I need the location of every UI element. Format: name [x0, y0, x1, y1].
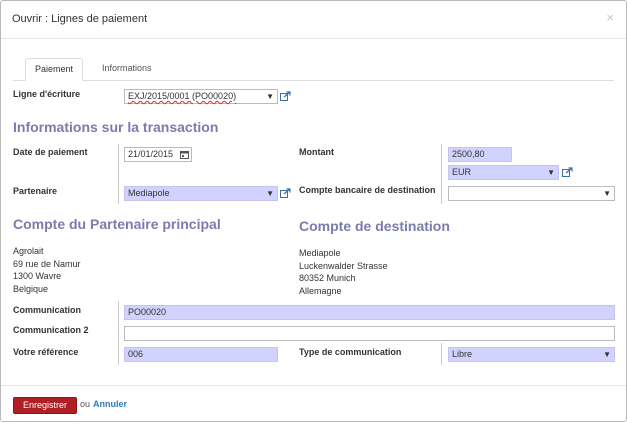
partner-account-title: Compte du Partenaire principal — [13, 216, 221, 232]
reference-value: 006 — [128, 349, 144, 359]
external-link-icon[interactable] — [562, 167, 573, 177]
tab-bar: Paiement Informations — [13, 58, 614, 81]
calendar-icon[interactable] — [180, 150, 189, 159]
address-line: Allemagne — [299, 285, 342, 296]
dialog-title: Ouvrir : Lignes de paiement — [12, 13, 148, 25]
chevron-down-icon: ▼ — [266, 189, 274, 198]
reference-input[interactable]: 006 — [124, 347, 278, 362]
chevron-down-icon: ▼ — [547, 168, 555, 177]
compte-select[interactable]: ▼ — [448, 186, 615, 201]
partenaire-value: Mediapole — [128, 188, 170, 198]
cancel-link[interactable]: Annuler — [93, 399, 127, 409]
divider — [118, 144, 119, 204]
address-line: 69 rue de Namur — [13, 258, 81, 269]
currency-value: EUR — [452, 167, 472, 177]
montant-label: Montant — [299, 147, 334, 157]
comm-type-value: Libre — [452, 349, 473, 359]
date-label: Date de paiement — [13, 147, 88, 157]
address-line: Mediapole — [299, 248, 341, 258]
montant-input[interactable]: 2500,80 — [448, 147, 512, 162]
reference-label: Votre référence — [13, 347, 79, 357]
partenaire-select[interactable]: Mediapole ▼ — [124, 186, 278, 201]
address-line: 80352 Munich — [299, 273, 356, 283]
comm-type-select[interactable]: Libre ▼ — [448, 347, 615, 362]
address-line: Belgique — [13, 283, 49, 294]
communication-input[interactable]: PO00020 — [124, 305, 615, 320]
dest-account-title: Compte de destination — [299, 218, 450, 234]
divider — [441, 144, 442, 204]
dest-address: Mediapole Luckenwalder Strasse 80352 Mun… — [299, 247, 388, 297]
communication-label: Communication — [13, 305, 82, 315]
transaction-section-title: Informations sur la transaction — [13, 119, 219, 135]
montant-value: 2500,80 — [452, 149, 485, 159]
ligne-label: Ligne d'écriture — [13, 89, 81, 99]
ligne-value: EXJ/2015/0001 (PO00020) — [128, 91, 237, 101]
tab-paiement[interactable]: Paiement — [25, 58, 84, 81]
address-line: 1300 Wavre — [13, 271, 62, 281]
chevron-down-icon: ▼ — [603, 189, 611, 198]
save-button[interactable]: Enregistrer — [13, 397, 77, 414]
currency-select[interactable]: EUR ▼ — [448, 165, 559, 180]
address-line: Luckenwalder Strasse — [299, 260, 388, 271]
ligne-select[interactable]: EXJ/2015/0001 (PO00020) ▼ — [124, 89, 278, 104]
date-value: 21/01/2015 — [128, 149, 174, 159]
comm-type-label: Type de communication — [299, 347, 402, 357]
partenaire-label: Partenaire — [13, 186, 58, 196]
divider — [441, 343, 442, 365]
chevron-down-icon: ▼ — [603, 350, 611, 359]
or-text: ou — [80, 399, 91, 409]
compte-label: Compte bancaire de destination — [299, 185, 436, 195]
external-link-icon[interactable] — [280, 91, 291, 101]
address-line: Agrolait — [13, 246, 44, 256]
divider — [118, 301, 119, 365]
tab-informations[interactable]: Informations — [93, 58, 161, 79]
chevron-down-icon: ▼ — [266, 92, 274, 101]
dialog-header: Ouvrir : Lignes de paiement × — [1, 1, 626, 39]
partner-address: Agrolait 69 rue de Namur 1300 Wavre Belg… — [13, 245, 81, 295]
date-field[interactable]: 21/01/2015 — [124, 147, 192, 162]
communication2-input[interactable] — [124, 326, 615, 341]
dialog-footer: Enregistrer ou Annuler — [1, 385, 626, 422]
close-icon[interactable]: × — [606, 10, 614, 25]
communication-value: PO00020 — [128, 307, 167, 317]
payment-line-dialog: Ouvrir : Lignes de paiement × Paiement I… — [0, 0, 627, 422]
communication2-label: Communication 2 — [13, 325, 89, 335]
external-link-icon[interactable] — [280, 188, 291, 198]
